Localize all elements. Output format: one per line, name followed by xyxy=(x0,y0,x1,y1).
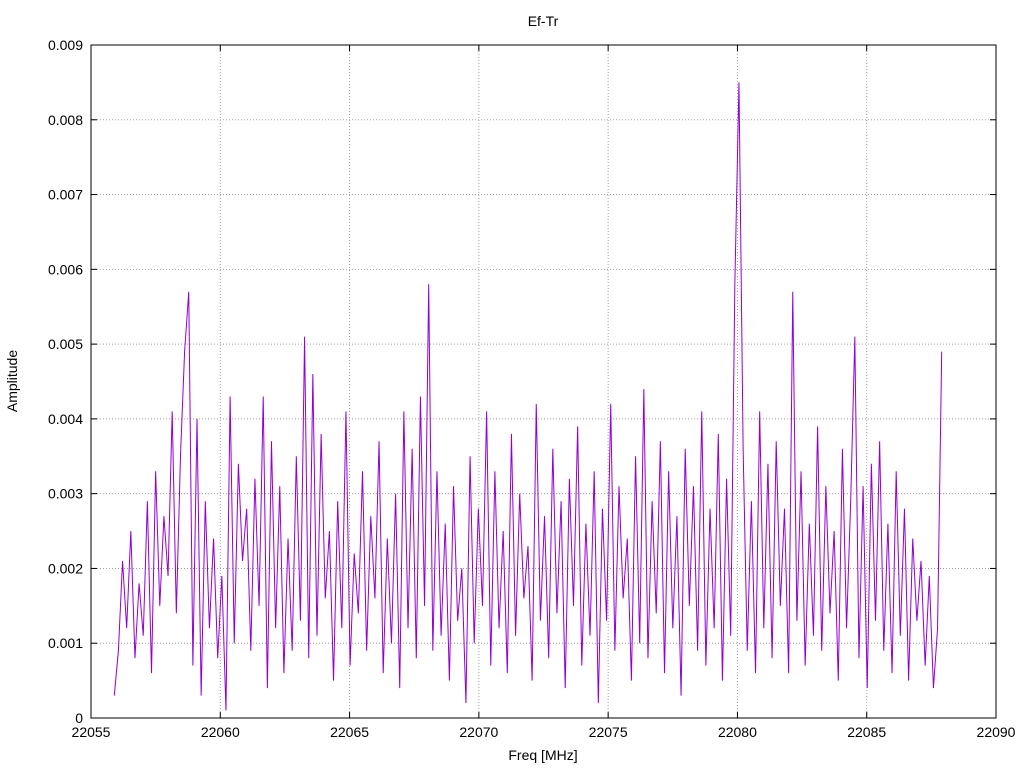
y-tick-label: 0.008 xyxy=(48,112,83,128)
x-axis-label: Freq [MHz] xyxy=(508,747,577,763)
chart-title: Ef-Tr xyxy=(528,13,559,29)
series-layer xyxy=(113,82,943,711)
x-tick-label: 22080 xyxy=(718,724,757,740)
y-tick-label: 0.001 xyxy=(48,635,83,651)
x-tick-label: 22065 xyxy=(330,724,369,740)
x-tick-label: 22085 xyxy=(847,724,886,740)
chart: 22055 22060 22065 22070 22075 22080 22085 22090… xyxy=(4,13,1016,763)
x-tick-label: 22060 xyxy=(201,724,240,740)
y-tick-label: 0.007 xyxy=(48,187,83,203)
y-axis-label: Amplitude xyxy=(4,350,20,412)
y-tick-label: 0.003 xyxy=(48,486,83,502)
x-tick-label: 22075 xyxy=(589,724,628,740)
x-tick-label: 22090 xyxy=(977,724,1016,740)
y-tick-label: 0.005 xyxy=(48,336,83,352)
y-tick-label: 0.009 xyxy=(48,37,83,53)
x-tick-label: 22055 xyxy=(72,724,111,740)
series-line-0 xyxy=(113,82,943,711)
x-tick-label: 22070 xyxy=(459,724,498,740)
y-tick-label: 0 xyxy=(75,710,83,726)
y-tick-label: 0.006 xyxy=(48,261,83,277)
y-tick-label: 0.002 xyxy=(48,560,83,576)
y-tick-label: 0.004 xyxy=(48,411,83,427)
